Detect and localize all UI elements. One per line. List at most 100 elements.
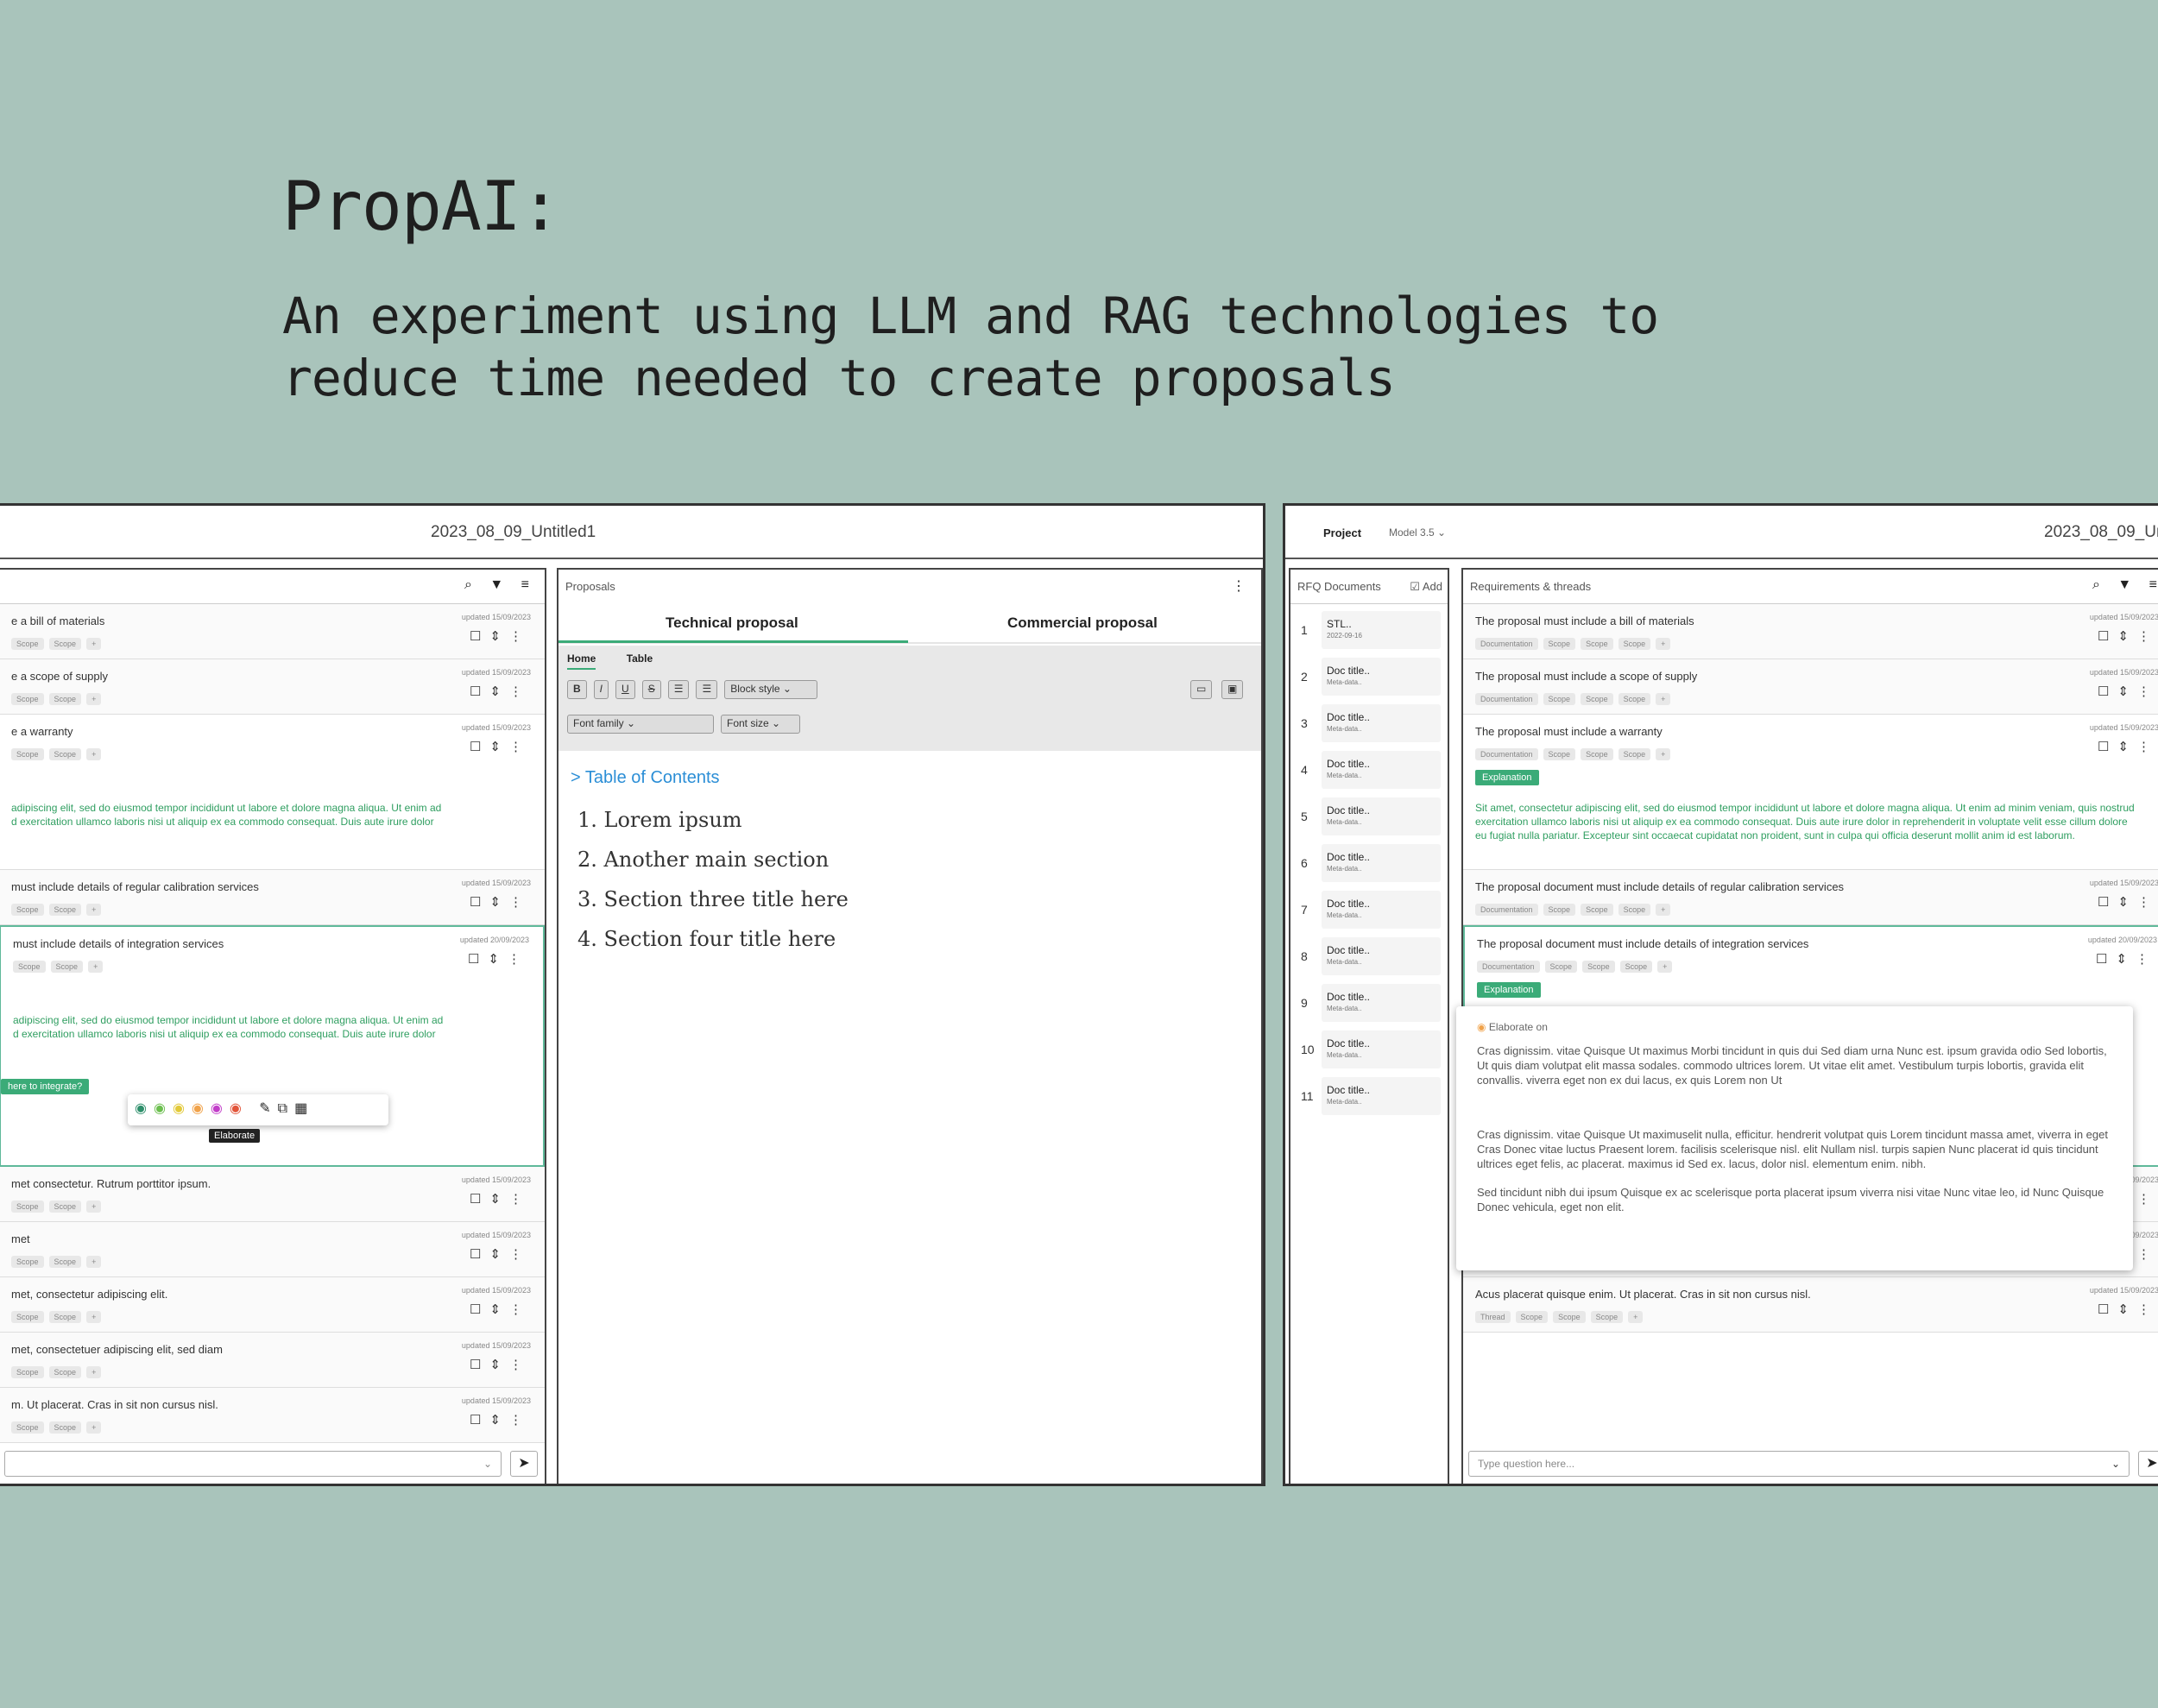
doc-card[interactable]: Doc title.. Meta-data.. bbox=[1322, 891, 1441, 929]
tag-scope[interactable]: Scope bbox=[48, 693, 82, 705]
subtab-home[interactable]: Home bbox=[567, 652, 596, 670]
block-style-select[interactable]: Block style ⌄ bbox=[724, 680, 818, 699]
document-item[interactable]: 8 Doc title.. Meta-data.. bbox=[1290, 934, 1446, 980]
tag-scope[interactable]: Scope bbox=[1581, 638, 1613, 650]
numbered-list-button[interactable]: ☰ bbox=[696, 680, 718, 699]
add-tag-button[interactable]: + bbox=[86, 1421, 102, 1434]
add-tag-button[interactable]: + bbox=[86, 1366, 102, 1378]
color-action-toolbar[interactable]: ◉◉◉◉◉◉ ✎⧉▦ bbox=[128, 1094, 388, 1125]
add-tag-button[interactable]: + bbox=[86, 748, 102, 760]
tag-scope[interactable]: Scope bbox=[48, 1256, 82, 1268]
doc-card[interactable]: Doc title.. Meta-data.. bbox=[1322, 984, 1441, 1022]
question-input-right[interactable]: Type question here... ⌄ bbox=[1468, 1451, 2130, 1477]
tab-commercial[interactable]: Commercial proposal bbox=[1007, 615, 1158, 632]
bullet-list-button[interactable]: ☰ bbox=[667, 680, 690, 699]
row-controls[interactable]: ☐⇕⋮ bbox=[468, 951, 529, 967]
table-row[interactable]: met, consectetur adipiscing elit. Scope Sc… bbox=[0, 1277, 545, 1333]
send-button[interactable]: ➤ bbox=[510, 1451, 538, 1477]
table-row[interactable]: e a warranty Scope Scope + updated 15/09/202… bbox=[0, 715, 545, 870]
add-tag-button[interactable]: + bbox=[1656, 904, 1671, 916]
tag-scope[interactable]: Scope bbox=[1515, 1311, 1549, 1323]
table-row[interactable]: Acus placerat quisque enim. Ut placerat.… bbox=[1463, 1277, 2158, 1333]
font-family-select[interactable]: Font family ⌄ bbox=[567, 715, 714, 734]
save-button[interactable]: ▣ bbox=[1221, 680, 1244, 699]
italic-button[interactable]: I bbox=[593, 680, 609, 699]
document-item[interactable]: 4 Doc title.. Meta-data.. bbox=[1290, 747, 1446, 794]
table-row[interactable]: The proposal document must include detai… bbox=[1463, 870, 2158, 925]
tag-scope[interactable]: Scope bbox=[11, 1256, 44, 1268]
tag-scope[interactable]: Scope bbox=[1543, 904, 1576, 916]
document-item[interactable]: 11 Doc title.. Meta-data.. bbox=[1290, 1074, 1446, 1120]
add-doc-button[interactable]: ☑ Add bbox=[1410, 580, 1442, 594]
underline-button[interactable]: U bbox=[615, 680, 635, 699]
add-tag-button[interactable]: + bbox=[1656, 638, 1671, 650]
row-controls[interactable]: ☐⇕⋮ bbox=[470, 1191, 531, 1207]
document-item[interactable]: 2 Doc title.. Meta-data.. bbox=[1290, 654, 1446, 701]
project-label[interactable]: Project bbox=[1323, 526, 1361, 539]
tag-scope[interactable]: Scope bbox=[13, 961, 46, 973]
doc-card[interactable]: Doc title.. Meta-data.. bbox=[1322, 704, 1441, 742]
tag-scope[interactable]: Scope bbox=[48, 638, 82, 650]
tag-scope[interactable]: Scope bbox=[48, 748, 82, 760]
req-toolbar-icons[interactable]: ⌕ ▼ ≡ bbox=[2092, 577, 2158, 593]
document-item[interactable]: 9 Doc title.. Meta-data.. bbox=[1290, 980, 1446, 1027]
subtab-table[interactable]: Table bbox=[627, 652, 653, 665]
tag-scope[interactable]: Scope bbox=[11, 638, 44, 650]
question-input[interactable]: ⌄ bbox=[4, 1451, 502, 1477]
tag-scope[interactable]: Scope bbox=[1581, 748, 1613, 760]
table-row[interactable]: The proposal must include a bill of mate… bbox=[1463, 604, 2158, 659]
tag-scope[interactable]: Scope bbox=[48, 1366, 82, 1378]
tag-scope[interactable]: Scope bbox=[11, 748, 44, 760]
tag-type[interactable]: Documentation bbox=[1475, 748, 1538, 760]
tag-scope[interactable]: Scope bbox=[48, 904, 82, 916]
tag-scope[interactable]: Scope bbox=[1544, 961, 1578, 973]
tag-type[interactable]: Documentation bbox=[1477, 961, 1540, 973]
add-tag-button[interactable]: + bbox=[86, 1311, 102, 1323]
add-tag-button[interactable]: + bbox=[1656, 748, 1671, 760]
doc-card[interactable]: STL.. 2022-09-16 bbox=[1322, 611, 1441, 649]
tag-scope[interactable]: Scope bbox=[11, 1311, 44, 1323]
panel-toolbar-icons[interactable]: ⌕ ▼ ≡ bbox=[464, 577, 536, 593]
tab-technical[interactable]: Technical proposal bbox=[666, 615, 798, 632]
row-controls[interactable]: ☐⇕⋮ bbox=[470, 739, 531, 754]
explanation-button[interactable]: Explanation bbox=[1477, 982, 1541, 998]
tag-scope[interactable]: Scope bbox=[11, 1366, 44, 1378]
add-tag-button[interactable]: + bbox=[86, 1201, 102, 1213]
table-row[interactable]: must include details of regular calibrat… bbox=[0, 870, 545, 925]
bold-button[interactable]: B bbox=[567, 680, 587, 699]
tag-type[interactable]: Documentation bbox=[1475, 693, 1538, 705]
row-controls[interactable]: ☐⇕⋮ bbox=[470, 684, 531, 699]
more-icon[interactable]: ⋮ bbox=[1232, 577, 1253, 595]
where-to-integrate-button[interactable]: here to integrate? bbox=[1, 1079, 90, 1094]
font-size-select[interactable]: Font size ⌄ bbox=[721, 715, 800, 734]
add-tag-button[interactable]: + bbox=[1628, 1311, 1644, 1323]
table-row[interactable]: e a scope of supply Scope Scope + updated 15… bbox=[0, 659, 545, 715]
toc-item[interactable]: 3. Section three title here bbox=[577, 879, 849, 919]
toc-title[interactable]: > Table of Contents bbox=[571, 768, 849, 788]
explanation-button[interactable]: Explanation bbox=[1475, 770, 1539, 785]
doc-card[interactable]: Doc title.. Meta-data.. bbox=[1322, 937, 1441, 975]
add-tag-button[interactable]: + bbox=[86, 1256, 102, 1268]
row-controls[interactable]: ☐⇕⋮ bbox=[470, 1246, 531, 1262]
add-tag-button[interactable]: + bbox=[86, 638, 102, 650]
table-row[interactable]: m. Ut placerat. Cras in sit non cursus n… bbox=[0, 1388, 545, 1443]
tag-scope[interactable]: Scope bbox=[11, 693, 44, 705]
toc-item[interactable]: 2. Another main section bbox=[577, 840, 849, 879]
toc-item[interactable]: 4. Section four title here bbox=[577, 919, 849, 959]
tag-scope[interactable]: Scope bbox=[1543, 638, 1576, 650]
row-controls[interactable]: ☐⇕⋮ bbox=[470, 894, 531, 910]
table-row[interactable]: The proposal must include a scope of sup… bbox=[1463, 659, 2158, 715]
row-controls[interactable]: ☐⇕⋮ bbox=[2098, 628, 2158, 644]
add-tag-button[interactable]: + bbox=[88, 961, 104, 973]
model-select[interactable]: Model 3.5 ⌄ bbox=[1389, 526, 1446, 539]
tag-scope[interactable]: Scope bbox=[1618, 748, 1651, 760]
tag-scope[interactable]: Scope bbox=[1543, 748, 1576, 760]
table-row[interactable]: met consectetur. Rutrum porttitor ipsum.… bbox=[0, 1167, 545, 1222]
table-row[interactable]: met, consectetuer adipiscing elit, sed d… bbox=[0, 1333, 545, 1388]
strike-button[interactable]: S bbox=[641, 680, 661, 699]
table-row[interactable]: met Scope Scope + updated 15/09/2023 ☐⇕⋮ bbox=[0, 1222, 545, 1277]
document-item[interactable]: 5 Doc title.. Meta-data.. bbox=[1290, 794, 1446, 841]
row-controls[interactable]: ☐⇕⋮ bbox=[470, 628, 531, 644]
row-controls[interactable]: ☐⇕⋮ bbox=[470, 1412, 531, 1428]
tag-scope[interactable]: Scope bbox=[11, 1421, 44, 1434]
